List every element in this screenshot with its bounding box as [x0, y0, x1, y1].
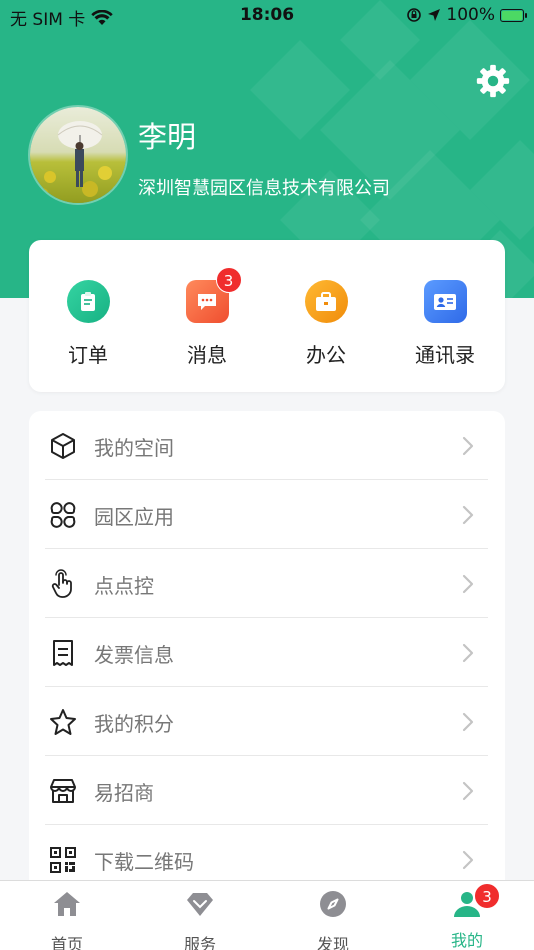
menu-item-invoice-info[interactable]: 发票信息 [45, 618, 488, 687]
menu-item-my-space[interactable]: 我的空间 [45, 411, 488, 480]
menu-list: 我的空间 园区应用 点点控 发票信息 我的积分 易招商 下载二维码 [29, 411, 505, 891]
diamond-icon [187, 893, 213, 916]
tab-label: 服务 [183, 935, 216, 950]
quick-action-messages[interactable]: 3 消息 [157, 267, 257, 368]
tab-services[interactable]: 服务 [155, 889, 245, 950]
qrcode-icon [50, 847, 76, 873]
quick-action-label: 消息 [187, 343, 227, 367]
menu-item-label: 点点控 [94, 574, 154, 598]
quick-action-orders[interactable]: 订单 [38, 280, 138, 368]
quick-actions-card: 订单 3 消息 办公 通讯录 [29, 240, 505, 392]
chevron-right-icon [462, 712, 474, 732]
quick-action-label: 办公 [306, 343, 346, 367]
tab-bar: 首页 服务 发现 3 我的 [0, 880, 534, 950]
touch-hand-icon [51, 569, 72, 598]
menu-item-label: 我的空间 [94, 436, 174, 460]
menu-item-label: 下载二维码 [94, 850, 194, 874]
order-icon [66, 280, 110, 323]
status-bar: 无 SIM 卡 18:06 100% [0, 0, 534, 32]
avatar-photo [30, 107, 126, 203]
apps-grid-icon [50, 502, 76, 528]
tab-discover[interactable]: 发现 [288, 889, 378, 950]
location-arrow-icon [428, 9, 441, 21]
battery-percent: 100% [446, 5, 495, 25]
menu-item-label: 园区应用 [94, 505, 174, 529]
menu-item-label: 易招商 [94, 781, 154, 805]
tab-label: 我的 [450, 931, 483, 950]
chevron-right-icon [462, 850, 474, 870]
tab-label: 首页 [50, 935, 83, 950]
compass-icon [320, 891, 346, 917]
menu-item-label: 我的积分 [94, 712, 174, 736]
menu-item-my-points[interactable]: 我的积分 [45, 687, 488, 756]
tab-home[interactable]: 首页 [22, 889, 112, 950]
message-icon: 3 [185, 267, 242, 323]
company-name: 深圳智慧园区信息技术有限公司 [138, 178, 390, 199]
orientation-lock-icon [407, 8, 422, 22]
chevron-right-icon [462, 574, 474, 594]
menu-item-touch-control[interactable]: 点点控 [45, 549, 488, 618]
chevron-right-icon [462, 643, 474, 663]
briefcase-icon [304, 280, 348, 323]
quick-action-label: 订单 [68, 343, 108, 367]
storefront-icon [50, 779, 76, 803]
invoice-icon [53, 640, 73, 666]
user-name: 李明 [138, 120, 197, 154]
menu-item-label: 发票信息 [94, 643, 174, 667]
contact-card-icon [423, 280, 467, 323]
quick-action-contacts[interactable]: 通讯录 [395, 280, 495, 368]
chevron-right-icon [462, 781, 474, 801]
menu-item-park-apps[interactable]: 园区应用 [45, 480, 488, 549]
tab-mine-badge: 3 [474, 883, 500, 909]
settings-gear-icon[interactable] [474, 62, 512, 100]
avatar[interactable] [28, 105, 128, 205]
quick-action-label: 通讯录 [415, 343, 475, 367]
menu-item-easy-investment[interactable]: 易招商 [45, 756, 488, 825]
chevron-right-icon [462, 505, 474, 525]
home-icon [54, 892, 80, 916]
star-icon [50, 709, 76, 735]
cube-icon [51, 433, 75, 459]
battery-icon [500, 8, 527, 22]
chevron-right-icon [462, 436, 474, 456]
message-badge: 3 [215, 267, 242, 293]
tab-mine[interactable]: 3 我的 [422, 883, 512, 950]
tab-label: 发现 [316, 935, 349, 950]
quick-action-office[interactable]: 办公 [276, 280, 376, 368]
